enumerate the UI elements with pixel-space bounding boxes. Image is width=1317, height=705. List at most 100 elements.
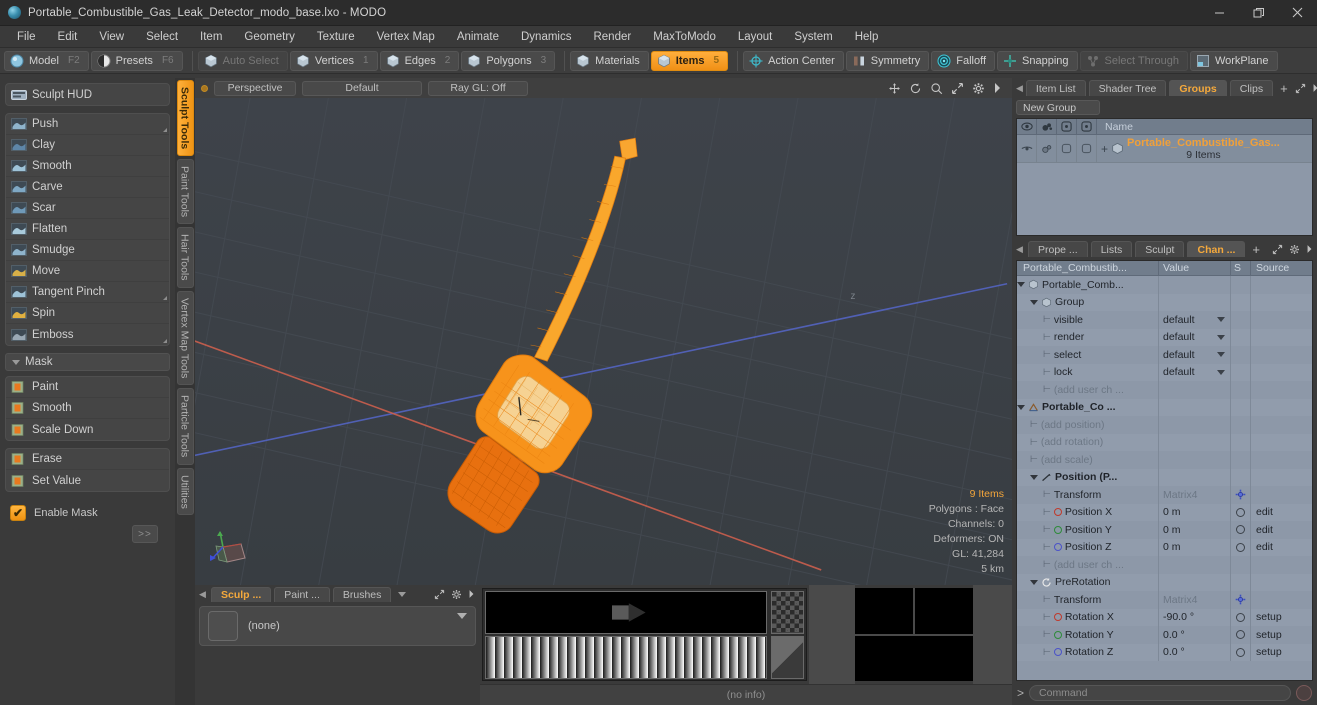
channel-source-cell[interactable] [1251,416,1312,434]
channel-row[interactable]: ⊢ render default [1017,328,1312,346]
channel-source-cell[interactable] [1251,556,1312,574]
expand-icon[interactable] [1272,244,1283,255]
gradient-strip-alpha[interactable] [485,591,804,634]
channel-value-cell[interactable] [1159,276,1231,294]
table-row[interactable]: + Portable_Combustible_Gas... 9 Items [1017,135,1312,163]
channel-value-cell[interactable]: 0.0 ° [1159,643,1231,661]
channel-source-cell[interactable] [1251,469,1312,487]
mode-button-select-through[interactable]: Select Through [1079,50,1188,71]
tab-sculpt[interactable]: Sculp ... [211,586,272,602]
channel-source-cell[interactable] [1251,451,1312,469]
sculpt-tool-scar[interactable]: Scar [6,198,169,219]
menu-edit[interactable]: Edit [47,26,89,48]
sculpt-tool-move[interactable]: Move [6,261,169,282]
channel-name-cell[interactable]: ⊢ Rotation Z [1017,643,1159,661]
menu-render[interactable]: Render [582,26,642,48]
mode-button-presets[interactable]: Presets F6 [90,50,183,71]
gear-icon[interactable] [1235,489,1246,500]
channel-name-cell[interactable]: ⊢ Rotation X [1017,608,1159,626]
chevron-down-icon[interactable] [1017,404,1025,410]
channel-value-cell[interactable]: Matrix4 [1159,486,1231,504]
mask-tool-paint[interactable]: Paint [6,377,169,398]
channel-row[interactable]: ⊢ (add user ch ... [1017,556,1312,574]
tool-options-corner-icon[interactable] [163,339,167,343]
channel-row[interactable]: ⊢ (add position) [1017,416,1312,434]
mask-tool-set-value[interactable]: Set Value [6,470,169,491]
viewport-shading-mode[interactable]: Default [302,80,422,96]
channel-row[interactable]: ⊢ Position X 0 m edit [1017,503,1312,521]
channel-row[interactable]: ⊢ Rotation Y 0.0 ° setup [1017,626,1312,644]
channel-name-cell[interactable]: ⊢ Position Y [1017,521,1159,539]
channel-enable-toggle[interactable] [1236,542,1245,552]
channel-name-cell[interactable]: ⊢ (add user ch ... [1017,381,1159,399]
mode-button-snapping[interactable]: Snapping [997,50,1078,71]
maximize-restore-button[interactable] [1239,0,1278,26]
channel-name-cell[interactable]: ⊢ Transform [1017,486,1159,504]
channel-name-cell[interactable]: ⊢ (add position) [1017,416,1159,434]
channel-name-cell[interactable]: Position (P... [1017,468,1159,486]
axis-gizmo[interactable] [205,527,257,575]
gear-icon[interactable] [451,589,462,600]
channel-row[interactable]: ⊢ Transform Matrix4 [1017,486,1312,504]
channel-s-cell[interactable] [1231,363,1251,381]
channel-row[interactable]: Group [1017,293,1312,312]
channel-source-cell[interactable] [1251,294,1312,312]
panel-tab-sculpt[interactable]: Sculpt [1135,241,1185,257]
channel-source-cell[interactable]: edit [1251,521,1312,539]
channel-name-cell[interactable]: ⊢ Rotation Y [1017,626,1159,644]
channel-enable-toggle[interactable] [1236,507,1245,517]
channel-name-cell[interactable]: ⊢ (add user ch ... [1017,556,1159,574]
channel-name-cell[interactable]: ⊢ lock [1017,363,1159,381]
sculpt-hud-item[interactable]: Sculpt HUD [6,84,169,105]
channel-value-cell[interactable] [1159,433,1231,451]
chevron-down-icon[interactable] [457,613,467,619]
channel-row[interactable]: ⊢ Position Z 0 m edit [1017,538,1312,556]
sculpt-tool-smudge[interactable]: Smudge [6,240,169,261]
channel-s-cell[interactable] [1231,626,1251,644]
chevron-right-icon[interactable] [993,82,1002,94]
channel-source-cell[interactable] [1251,486,1312,504]
channel-source-cell[interactable] [1251,574,1312,592]
mode-button-auto-select[interactable]: Auto Select [197,50,288,71]
group-name[interactable]: Portable_Combustible_Gas... [1127,137,1280,149]
channel-source-cell[interactable] [1251,346,1312,364]
channel-s-cell[interactable] [1231,643,1251,661]
menu-help[interactable]: Help [844,26,890,48]
channel-enable-toggle[interactable] [1236,612,1245,622]
viewport-raygl-toggle[interactable]: Ray GL: Off [428,80,528,96]
3d-viewport[interactable]: z 9 Items Polygons : Face Channels: 0 De… [195,98,1012,585]
panel-tab-lists[interactable]: Lists [1090,241,1133,257]
tab-paint[interactable]: Paint ... [274,586,330,602]
chevron-down-icon[interactable] [1017,282,1025,288]
close-button[interactable] [1278,0,1317,26]
select-icon[interactable] [1057,119,1077,134]
channel-value-cell[interactable]: default [1159,328,1231,346]
vertical-tab-sculpt-tools[interactable]: Sculpt Tools [176,80,194,157]
more-tools-button[interactable]: >> [132,525,158,543]
sculpt-tool-carve[interactable]: Carve [6,177,169,198]
menu-select[interactable]: Select [135,26,189,48]
gradient-editor[interactable] [482,588,807,682]
channel-value-cell[interactable]: 0 m [1159,538,1231,556]
vertical-tab-particle-tools[interactable]: Particle Tools [176,388,194,465]
tabs-scroll-left-icon[interactable]: ◀ [199,589,208,600]
menu-geometry[interactable]: Geometry [233,26,306,48]
vertical-tab-hair-tools[interactable]: Hair Tools [176,227,194,288]
channel-enable-toggle[interactable] [1236,525,1245,535]
menu-file[interactable]: File [6,26,47,48]
value-gradient-canvas[interactable] [485,636,767,679]
chevron-down-icon[interactable] [1217,317,1225,323]
channel-name-cell[interactable]: ⊢ (add rotation) [1017,433,1159,451]
menu-texture[interactable]: Texture [306,26,366,48]
channel-value-cell[interactable]: -90.0 ° [1159,608,1231,626]
chevron-right-icon[interactable] [1306,244,1313,254]
chevron-down-icon[interactable] [1030,579,1038,585]
row-lock-toggle[interactable] [1077,135,1097,162]
channel-s-cell[interactable] [1231,276,1251,294]
channel-s-cell[interactable] [1231,311,1251,329]
gear-icon[interactable] [972,82,985,95]
channel-source-cell[interactable] [1251,311,1312,329]
channel-source-cell[interactable]: setup [1251,609,1312,627]
enable-mask-checkbox[interactable]: ✔ [10,505,26,521]
sculpt-tool-clay[interactable]: Clay [6,135,169,156]
